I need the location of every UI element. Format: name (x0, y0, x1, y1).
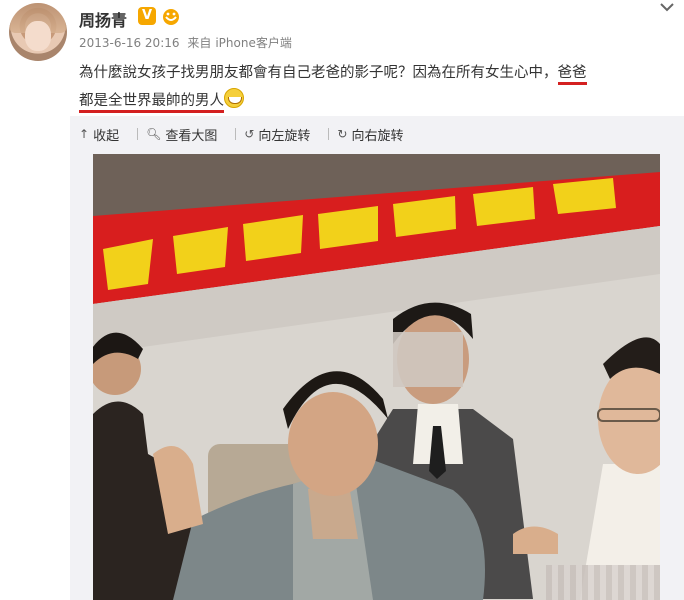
photo-illustration (93, 154, 660, 600)
username[interactable]: 周扬青 (79, 7, 127, 31)
rotate-right-icon: ↻ (337, 127, 348, 141)
grin-emoji (224, 88, 244, 108)
toolbar-divider (235, 128, 237, 140)
media-toolbar: ↑ 收起 🔍︎ 查看大图 ↺ 向左旋转 ↻ 向右旋转 (79, 122, 421, 146)
person-back-hand (513, 526, 558, 554)
person-center-head (288, 392, 378, 496)
rotate-right-label: 向右旋转 (351, 128, 404, 144)
avatar-face (25, 21, 51, 51)
post-photo[interactable] (93, 154, 660, 600)
watermark-blur (546, 565, 660, 600)
fan-badge-icon[interactable] (161, 6, 181, 26)
collapse-arrow-icon: ↑ (79, 127, 90, 141)
collapse-label: 收起 (93, 128, 120, 144)
avatar[interactable] (9, 3, 67, 61)
collapse-button[interactable]: ↑ 收起 (79, 125, 119, 144)
post-text-highlight-2: 都是全世界最帥的男人 (79, 93, 224, 113)
view-large-button[interactable]: 🔍︎ 查看大图 (146, 125, 217, 144)
rotate-left-label: 向左旋转 (258, 128, 311, 144)
chevron-down-icon[interactable] (656, 0, 678, 16)
post-text: 為什麼說女孩子找男朋友都會有自己老爸的影子呢？因為在所有女生心中，爸爸 都是全世… (79, 59, 674, 115)
post-time[interactable]: 2013-6-16 20:16 (79, 36, 180, 50)
view-large-label: 查看大图 (165, 128, 218, 144)
rotate-left-icon: ↺ (244, 127, 255, 141)
post-source[interactable]: iPhone客户端 (215, 36, 292, 50)
toolbar-divider (328, 128, 330, 140)
verified-badge: V (138, 7, 156, 25)
post-text-highlight-1: 爸爸 (557, 65, 587, 85)
person-back-face-blur (393, 332, 463, 387)
magnifier-icon: 🔍︎ (146, 127, 162, 141)
rotate-right-button[interactable]: ↻ 向右旋转 (337, 125, 403, 144)
toolbar-divider (137, 128, 139, 140)
post-meta: 2013-6-16 20:16 来自 iPhone客户端 (79, 34, 296, 51)
source-prefix: 来自 (187, 36, 212, 50)
post-text-main: 為什麼說女孩子找男朋友都會有自己老爸的影子呢？因為在所有女生心中， (79, 65, 558, 81)
rotate-left-button[interactable]: ↺ 向左旋转 (244, 125, 310, 144)
